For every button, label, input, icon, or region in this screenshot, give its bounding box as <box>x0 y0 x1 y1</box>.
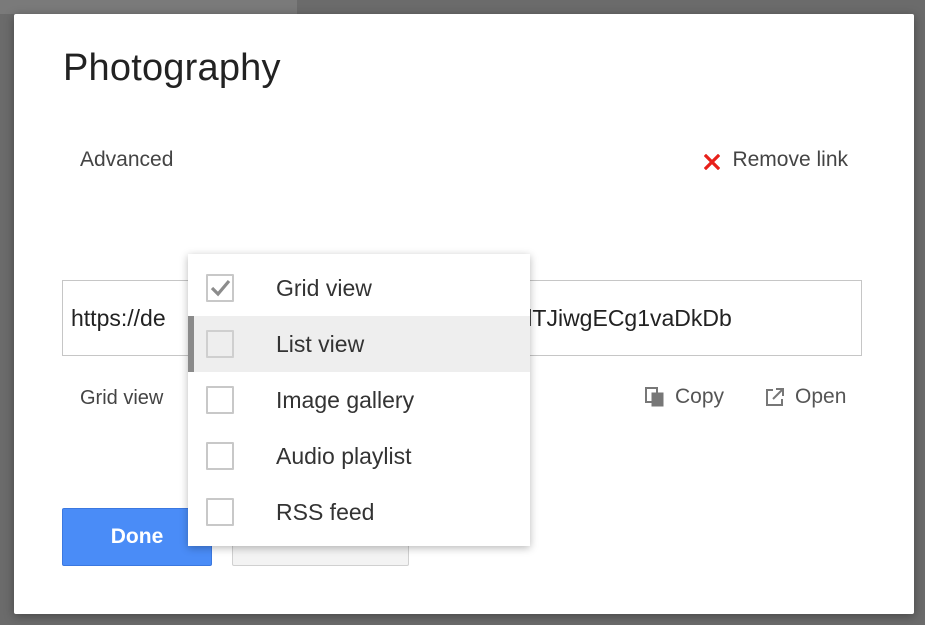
copy-label: Copy <box>675 385 725 408</box>
checkbox[interactable] <box>206 386 234 414</box>
checkbox[interactable] <box>206 274 234 302</box>
menu-item-label: Image gallery <box>276 386 415 413</box>
remove-link-label: Remove link <box>732 148 848 171</box>
menu-item-image-gallery[interactable]: Image gallery <box>188 372 530 428</box>
background-window-strip <box>0 0 297 14</box>
advanced-link[interactable]: Advanced <box>80 148 173 172</box>
dialog-title: Photography <box>63 47 281 89</box>
menu-item-rss-feed[interactable]: RSS feed <box>188 484 530 540</box>
copy-icon <box>645 387 664 407</box>
checkbox[interactable] <box>206 330 234 358</box>
view-dropdown-menu: Grid view List view Image gallery Audio … <box>188 254 530 546</box>
menu-item-audio-playlist[interactable]: Audio playlist <box>188 428 530 484</box>
view-selector[interactable]: Grid view <box>80 387 163 410</box>
external-link-icon <box>766 388 784 406</box>
checkbox[interactable] <box>206 498 234 526</box>
menu-item-label: Grid view <box>276 274 372 301</box>
close-icon <box>704 152 721 171</box>
open-label: Open <box>795 385 847 408</box>
remove-link-button[interactable]: Remove link <box>704 148 848 172</box>
copy-button[interactable]: Copy <box>644 385 724 409</box>
menu-item-list-view[interactable]: List view <box>188 316 530 372</box>
menu-item-label: Audio playlist <box>276 442 412 469</box>
checkmark-icon <box>210 279 231 297</box>
menu-item-label: RSS feed <box>276 498 375 525</box>
menu-item-label: List view <box>276 330 365 357</box>
checkbox[interactable] <box>206 442 234 470</box>
menu-item-grid-view[interactable]: Grid view <box>188 260 530 316</box>
open-button[interactable]: Open <box>764 385 846 409</box>
